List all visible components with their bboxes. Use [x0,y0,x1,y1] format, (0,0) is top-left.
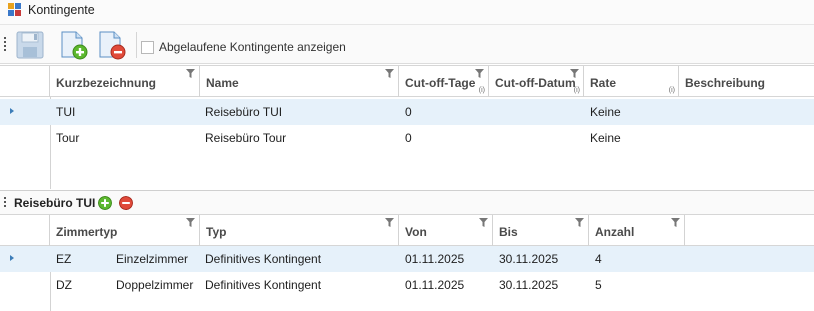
cell-anzahl[interactable]: 5 [595,278,602,292]
show-expired-checkbox[interactable] [141,41,154,54]
filter-icon[interactable] [475,69,484,78]
filter-icon[interactable] [385,69,394,78]
table-row[interactable]: EZ Einzelzimmer Definitives Kontingent 0… [0,246,814,272]
detail-toolbar: Reisebüro TUI [0,190,814,215]
toolbar-grip[interactable] [4,37,6,53]
contingents-grid-header: Kurzbezeichnung Name Cut-off-Tage (i) Cu… [0,65,814,97]
column-bis[interactable]: Bis [493,215,589,246]
toolbar-separator [136,32,137,58]
column-rate[interactable]: Rate (i) [584,66,679,97]
contingents-grid: Kurzbezeichnung Name Cut-off-Tage (i) Cu… [0,65,814,189]
cell-rate[interactable]: Keine [590,131,621,145]
detail-toolbar-grip[interactable] [4,197,6,209]
save-button[interactable] [14,30,46,60]
cell-typ[interactable]: Definitives Kontingent [205,252,321,266]
show-expired-label[interactable]: Abgelaufene Kontingente anzeigen [159,40,346,54]
cell-zimmertyp[interactable]: Doppelzimmer [116,278,193,292]
row-indicator [0,272,50,298]
table-row[interactable]: TUI Reisebüro TUI 0 Keine [0,99,814,125]
cell-cut-off-tage[interactable]: 0 [405,131,412,145]
column-cut-off-tage[interactable]: Cut-off-Tage (i) [399,66,489,97]
rooms-grid: Zimmertyp Typ Von Bis Anzahl EZ Einzelzi… [0,214,814,311]
add-room-button[interactable] [98,196,112,210]
table-row[interactable]: DZ Doppelzimmer Definitives Kontingent 0… [0,272,814,298]
remove-room-button[interactable] [119,196,133,210]
cell-name[interactable]: Reisebüro Tour [205,131,286,145]
column-cut-off-datum[interactable]: Cut-off-Datum (i) [489,66,584,97]
cell-zimmer-code[interactable]: EZ [56,252,71,266]
toolbar: Abgelaufene Kontingente anzeigen [0,24,814,64]
rooms-grid-header: Zimmertyp Typ Von Bis Anzahl [0,214,814,246]
filter-icon[interactable] [570,69,579,78]
filter-icon[interactable] [186,69,195,78]
column-beschreibung[interactable]: Beschreibung [679,66,814,97]
column-anzahl[interactable]: Anzahl [589,215,685,246]
cell-von[interactable]: 01.11.2025 [405,278,464,292]
cell-name[interactable]: Reisebüro TUI [205,105,282,119]
info-marker: (i) [573,87,580,94]
cell-anzahl[interactable]: 4 [595,252,602,266]
column-name[interactable]: Name [200,66,399,97]
cell-cut-off-tage[interactable]: 0 [405,105,412,119]
column-empty [685,215,814,246]
title-bar: Kontingente [0,0,814,24]
document-add-icon [61,31,88,60]
remove-button[interactable] [96,30,128,60]
row-indicator [0,246,50,272]
add-button[interactable] [58,30,90,60]
floppy-disk-icon [16,31,44,59]
document-remove-icon [99,31,126,60]
cell-zimmertyp[interactable]: Einzelzimmer [116,252,188,266]
column-typ[interactable]: Typ [200,215,399,246]
cell-von[interactable]: 01.11.2025 [405,252,464,266]
filter-icon[interactable] [385,218,394,227]
current-row-arrow-icon [10,255,14,261]
column-zimmertyp[interactable]: Zimmertyp [50,215,200,246]
table-row[interactable]: Tour Reisebüro Tour 0 Keine [0,125,814,151]
filter-icon[interactable] [671,218,680,227]
row-indicator [0,99,50,125]
cell-bis[interactable]: 30.11.2025 [499,278,558,292]
row-header-corner [0,215,50,246]
filter-icon[interactable] [575,218,584,227]
window-title: Kontingente [28,3,95,17]
column-kurzbezeichnung[interactable]: Kurzbezeichnung [50,66,200,97]
column-von[interactable]: Von [399,215,493,246]
filter-icon[interactable] [186,218,195,227]
cell-bis[interactable]: 30.11.2025 [499,252,558,266]
cell-kurzbezeichnung[interactable]: TUI [56,105,75,119]
row-indicator [0,125,50,151]
current-row-arrow-icon [10,108,14,114]
cell-zimmer-code[interactable]: DZ [56,278,72,292]
info-marker: (i) [478,87,485,94]
cell-rate[interactable]: Keine [590,105,621,119]
cell-kurzbezeichnung[interactable]: Tour [56,131,79,145]
row-header-corner [0,66,50,97]
detail-title: Reisebüro TUI [14,196,96,210]
filter-icon[interactable] [479,218,488,227]
cell-typ[interactable]: Definitives Kontingent [205,278,321,292]
app-logo-icon [8,3,21,16]
info-marker: (i) [668,87,675,94]
